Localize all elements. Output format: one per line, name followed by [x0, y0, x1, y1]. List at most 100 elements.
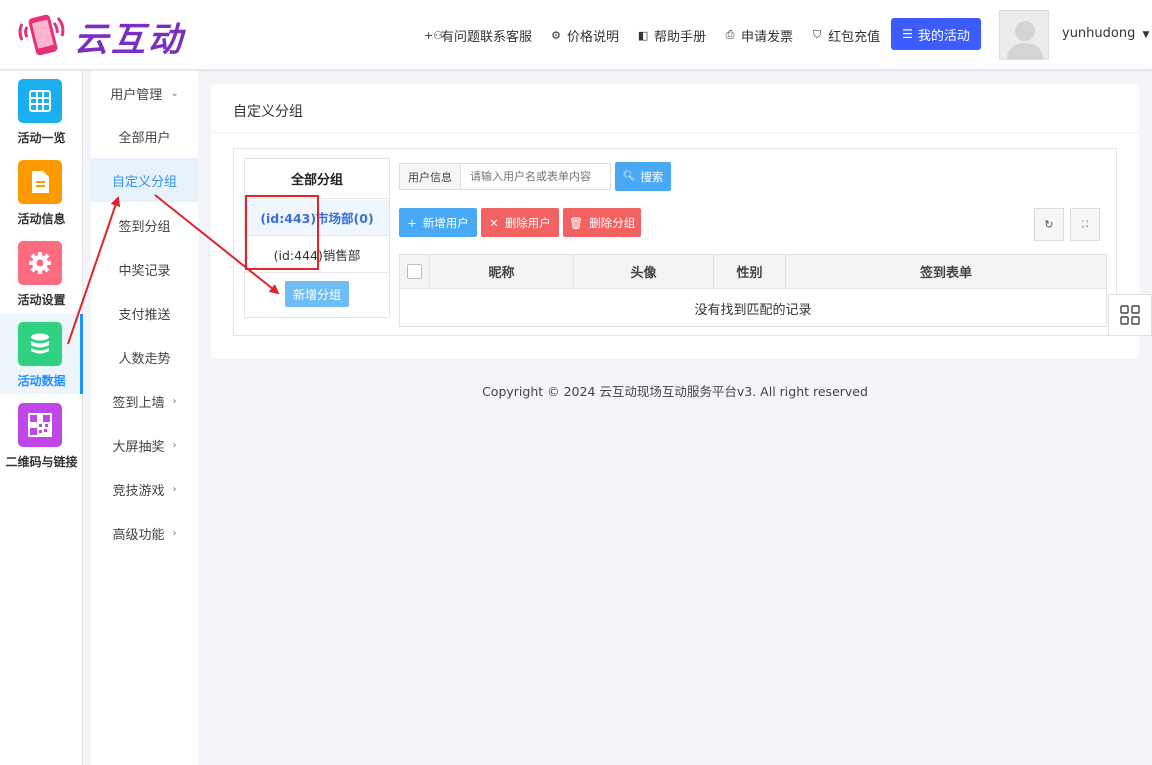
search-button[interactable]: 🔍︎ 搜索 — [615, 162, 671, 191]
divider — [211, 132, 1139, 133]
sub-nav: 用户管理 ⌄ 全部用户 自定义分组 签到分组 中奖记录 支付推送 人数走势 签到上… — [91, 71, 198, 765]
nav-help-manual[interactable]: ◧ 帮助手册 — [637, 26, 706, 45]
qr-float-button[interactable] — [1108, 294, 1152, 336]
group-item[interactable]: (id:444)销售部 — [245, 237, 389, 273]
nav-label: 红包充值 — [828, 29, 881, 45]
book-icon: ◧ — [637, 28, 649, 42]
subnav-label: 签到分组 — [118, 219, 171, 235]
user-plus-icon: +⚇ — [424, 28, 444, 42]
add-group-button[interactable]: 新增分组 — [285, 281, 349, 307]
my-activity-label: 我的活动 — [917, 28, 970, 44]
grid-icon — [18, 79, 62, 123]
delete-group-button[interactable]: 🗑︎ 删除分组 — [563, 208, 641, 237]
page-title: 自定义分组 — [233, 104, 303, 120]
footer-copyright: Copyright © 2024 云互动现场互动服务平台v3. All righ… — [482, 384, 868, 399]
search-button-label: 搜索 — [640, 169, 664, 184]
delete-group-label: 删除分组 — [589, 215, 636, 230]
fullscreen-icon: ⛶ — [1081, 219, 1089, 230]
user-silhouette-icon — [1000, 11, 1048, 59]
group-list-header[interactable]: 全部分组 — [245, 159, 389, 199]
content-box: 全部分组 (id:443)市场部(0) (id:444)销售部 新增分组 用户信… — [233, 148, 1117, 336]
subnav-user-management[interactable]: 用户管理 ⌄ — [91, 71, 198, 115]
top-bar: 云互动 +⚇ 有问题联系客服 ⚙ 价格说明 ◧ 帮助手册 ⎙ 申请发票 ⛉ 红包… — [0, 0, 1152, 70]
column-header[interactable]: 签到表单 — [786, 255, 1106, 289]
chevron-right-icon: › — [172, 527, 177, 539]
user-menu[interactable]: yunhudong ▼ — [1062, 26, 1149, 41]
subnav-screen-lottery[interactable]: 大屏抽奖 › — [91, 423, 198, 467]
subnav-label: 全部用户 — [118, 130, 171, 146]
nav-invoice[interactable]: ⎙ 申请发票 — [724, 26, 793, 45]
subnav-label: 竞技游戏 — [112, 483, 165, 499]
top-nav: +⚇ 有问题联系客服 ⚙ 价格说明 ◧ 帮助手册 ⎙ 申请发票 ⛉ 红包充值 — [424, 22, 898, 48]
group-item-selected[interactable]: (id:443)市场部(0) — [245, 200, 389, 236]
trash-icon: 🗑︎ — [568, 215, 584, 230]
leftbar-item-qrcode-links[interactable]: 二维码与链接 — [0, 395, 83, 475]
brand-name: 云互动 — [74, 19, 185, 60]
subnav-label: 自定义分组 — [111, 174, 177, 190]
leftbar-label: 活动设置 — [17, 293, 66, 307]
search-icon: 🔍︎ — [622, 171, 636, 182]
leftbar-item-activity-info[interactable]: 活动信息 — [0, 152, 83, 232]
select-all-checkbox[interactable] — [407, 264, 422, 279]
subnav-checkin-groups[interactable]: 签到分组 — [91, 203, 198, 247]
qrcode-icon — [18, 403, 62, 447]
subnav-competitive-games[interactable]: 竞技游戏 › — [91, 467, 198, 511]
gear-icon: ⚙ — [551, 28, 561, 42]
subnav-prize-records[interactable]: 中奖记录 — [91, 247, 198, 291]
column-header[interactable]: 头像 — [574, 255, 714, 289]
gear-icon — [18, 241, 62, 285]
column-header[interactable]: 性别 — [714, 255, 786, 289]
document-icon — [18, 160, 62, 204]
add-user-button[interactable]: + 新增用户 — [399, 208, 477, 237]
avatar[interactable] — [999, 10, 1049, 60]
chevron-down-icon: ⌄ — [170, 87, 179, 99]
nav-label: 申请发票 — [741, 29, 794, 45]
database-icon — [18, 322, 62, 366]
printer-icon: ⎙ — [725, 28, 735, 41]
custom-groups-panel: 自定义分组 全部分组 (id:443)市场部(0) (id:444)销售部 新增… — [211, 84, 1139, 358]
subnav-all-users[interactable]: 全部用户 — [91, 114, 198, 158]
apps-grid-icon — [1120, 305, 1140, 325]
subnav-payment-push[interactable]: 支付推送 — [91, 291, 198, 335]
subnav-label: 支付推送 — [118, 307, 171, 323]
empty-state-text: 没有找到匹配的记录 — [694, 302, 812, 318]
brand-logo[interactable]: 云互动 — [16, 10, 185, 62]
caret-down-icon: ▼ — [1142, 30, 1150, 40]
subnav-label: 大屏抽奖 — [112, 439, 165, 455]
leftbar-item-activity-settings[interactable]: 活动设置 — [0, 233, 83, 313]
subnav-advanced-features[interactable]: 高级功能 › — [91, 511, 198, 555]
subnav-checkin-wall[interactable]: 签到上墙 › — [91, 379, 198, 423]
subnav-label: 用户管理 — [110, 87, 163, 103]
nav-label: 有问题联系客服 — [441, 29, 533, 45]
username: yunhudong — [1062, 26, 1136, 41]
leftbar-item-activity-data[interactable]: 活动数据 — [0, 314, 83, 394]
plus-icon: + — [407, 215, 417, 230]
delete-user-button[interactable]: ✕ 删除用户 — [481, 208, 559, 237]
add-user-label: 新增用户 — [422, 215, 469, 230]
subnav-label: 人数走势 — [118, 351, 171, 367]
subnav-label: 签到上墙 — [112, 395, 165, 411]
group-list: 全部分组 (id:443)市场部(0) (id:444)销售部 新增分组 — [244, 158, 390, 318]
leftbar-item-activity-list[interactable]: 活动一览 — [0, 71, 83, 151]
close-icon: ✕ — [489, 215, 499, 230]
left-icon-bar: 活动一览 活动信息 活动设置 活动数据 二维码与链接 — [0, 71, 83, 765]
leftbar-label: 活动一览 — [17, 131, 66, 145]
search-input[interactable] — [461, 163, 611, 190]
column-header[interactable]: 昵称 — [430, 255, 574, 289]
nav-contact-support[interactable]: +⚇ 有问题联系客服 — [424, 26, 532, 45]
leftbar-label: 活动数据 — [17, 374, 66, 388]
refresh-button[interactable]: ↻ — [1034, 208, 1064, 241]
chevron-right-icon: › — [172, 439, 177, 451]
nav-label: 价格说明 — [567, 29, 620, 45]
select-all-column — [400, 255, 430, 289]
users-table: 昵称 头像 性别 签到表单 没有找到匹配的记录 — [399, 254, 1107, 327]
subnav-custom-groups[interactable]: 自定义分组 — [91, 158, 198, 202]
nav-redpacket-recharge[interactable]: ⛉ 红包充值 — [811, 26, 880, 45]
chevron-right-icon: › — [172, 483, 177, 495]
subnav-user-trend[interactable]: 人数走势 — [91, 335, 198, 379]
my-activity-button[interactable]: ☰ 我的活动 — [891, 18, 981, 50]
nav-pricing[interactable]: ⚙ 价格说明 — [550, 26, 619, 45]
subnav-label: 高级功能 — [112, 527, 165, 543]
refresh-icon: ↻ — [1044, 218, 1054, 231]
fullscreen-button[interactable]: ⛶ — [1070, 208, 1100, 241]
